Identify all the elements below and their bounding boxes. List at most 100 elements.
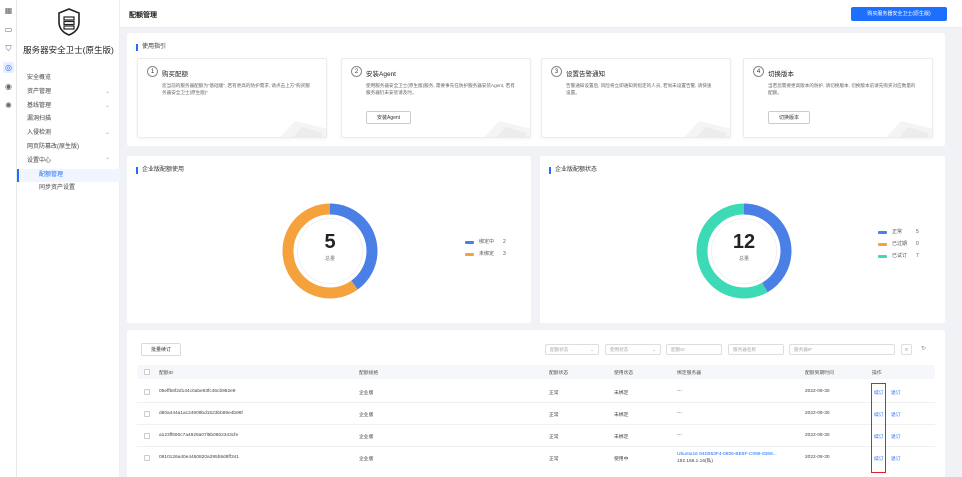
sidebar-item-label: 设置中心 — [27, 157, 52, 164]
bound-server-ip: 192.168.1.16(私) — [677, 459, 714, 464]
quota-spec: 企业版 — [359, 457, 374, 462]
sidebar-item-sync-assets[interactable]: 同步资产设置 — [17, 182, 120, 196]
legend-label: 绑定中 — [479, 239, 495, 245]
sidebar-item-intrusion[interactable]: 入侵检测 ⌄ — [17, 127, 120, 141]
quota-spec: 企业版 — [359, 413, 374, 418]
quota-id: 0810126a40e4460820a295b9d8ff341 — [159, 455, 239, 460]
usage-donut-center: 5 总量 — [300, 232, 360, 262]
select-placeholder: 配额状态 — [550, 347, 569, 352]
legend-swatch — [878, 255, 887, 258]
quota-spec: 企业版 — [359, 391, 374, 396]
sidebar-item-label: 基线管理 — [27, 102, 52, 109]
quota-status: 正常 — [549, 391, 559, 396]
status-title: 企业版配额状态 — [549, 167, 597, 174]
cog-shield-icon[interactable]: ✺ — [3, 100, 14, 111]
step-description: 当若您需要更高版本的防护, 请切换版本, 切换版本前请先购买对应数量的配额。 — [768, 83, 916, 95]
refresh-icon[interactable]: ↻ — [918, 344, 929, 355]
legend-item[interactable]: 绑定中 2 — [465, 236, 506, 248]
window-icon[interactable]: ▭ — [3, 24, 14, 35]
page-header: 配额管理 购买服务器安全卫士(原生版) — [120, 0, 962, 28]
buy-button[interactable]: 购买服务器安全卫士(原生版) — [851, 7, 947, 21]
unsubscribe-link[interactable]: 退订 — [891, 411, 901, 418]
unsubscribe-link[interactable]: 退订 — [891, 433, 901, 440]
legend-value: 5 — [916, 229, 919, 235]
bound-server-link[interactable]: Ubuntu16 94D953F4-0805-BE6F-C096-8368... — [677, 452, 777, 457]
quota-status: 正常 — [549, 413, 559, 418]
column-header: 操作 — [872, 371, 882, 376]
sidebar-item-vuln-scan[interactable]: 漏洞扫描 — [17, 113, 120, 127]
quota-status: 正常 — [549, 457, 559, 462]
legend-item[interactable]: 未绑定 3 — [465, 248, 506, 260]
target-icon[interactable]: ◎ — [3, 62, 14, 73]
use-status: 未绑定 — [614, 435, 629, 440]
quota-status-card: 企业版配额状态 12 总量 正常 5 已过期 0 已试订 7 — [540, 156, 945, 323]
legend-label: 已试订 — [892, 253, 908, 259]
step-description: 使用服务器安全卫士(原生版)服务, 需要事先在防护服务器安装Agent, 若有服… — [366, 83, 515, 95]
status-donut-center: 12 总量 — [714, 232, 774, 262]
quota-id: a123ff690c7a4929a07l5b0662343cfe — [159, 433, 239, 438]
install-agent-button[interactable]: 安装Agent — [366, 111, 412, 124]
legend-label: 已过期 — [892, 241, 908, 247]
legend-item[interactable]: 正常 5 — [878, 226, 919, 238]
quota-usage-card: 企业版配额使用 5 总量 绑定中 2 未绑定 3 — [127, 156, 531, 323]
legend-value: 0 — [916, 241, 919, 247]
unsubscribe-link[interactable]: 退订 — [891, 455, 901, 462]
legend-item[interactable]: 已试订 7 — [878, 250, 919, 262]
input-placeholder: 服务器名称 — [733, 347, 756, 352]
legend-swatch — [878, 231, 887, 234]
select-placeholder: 使用状态 — [610, 347, 629, 352]
bound-server: --- — [677, 433, 682, 438]
legend-value: 7 — [916, 253, 919, 259]
brand-title: 服务器安全卫士(原生版) — [23, 45, 114, 55]
chevron-down-icon: ⌄ — [590, 347, 594, 352]
switch-version-button[interactable]: 切换版本 — [768, 111, 811, 124]
sidebar-item-overview[interactable]: 安全概览 — [17, 72, 120, 86]
brand-logo — [58, 8, 80, 36]
shield-icon[interactable]: ⛉ — [3, 43, 14, 54]
step-number: 2 — [351, 66, 362, 77]
use-status: 使用中 — [614, 457, 629, 462]
lock-icon[interactable]: ◉ — [3, 81, 14, 92]
server-name-input[interactable]: 服务器名称 — [728, 344, 784, 355]
step-number: 1 — [147, 66, 158, 77]
status-legend: 正常 5 已过期 0 已试订 7 — [878, 226, 919, 262]
select-all-checkbox[interactable] — [144, 369, 150, 375]
unsubscribe-link[interactable]: 退订 — [891, 389, 901, 396]
table-row: a123ff690c7a4929a07l5b0662343cfe 企业版 正常 … — [137, 425, 935, 447]
guide-step-agent: 2 安装Agent 使用服务器安全卫士(原生版)服务, 需要事先在防护服务器安装… — [341, 58, 531, 138]
server-ip-input[interactable]: 服务器IP — [789, 344, 895, 355]
row-checkbox[interactable] — [144, 433, 150, 439]
chevron-down-icon: ⌄ — [104, 88, 110, 95]
row-checkbox[interactable] — [144, 455, 150, 461]
batch-renew-button[interactable]: 批量续订 — [141, 343, 182, 356]
bound-server: --- — [677, 411, 682, 416]
sidebar-item-assets[interactable]: 资产管理 ⌄ — [17, 86, 120, 100]
sidebar-item-settings[interactable]: 设置中心 ⌃ — [17, 155, 120, 169]
use-status-select[interactable]: 使用状态 ⌄ — [605, 344, 661, 355]
search-icon[interactable]: ⌕ — [901, 344, 912, 355]
quota-id: d80a444a1ac24909bd1523bb89e4b96f — [159, 411, 243, 416]
legend-value: 2 — [503, 239, 506, 245]
sidebar-item-quota-management[interactable]: 配额管理 — [17, 168, 120, 183]
sidebar-item-web-tamper[interactable]: 网页防篡改(原生版) — [17, 141, 120, 155]
column-header: 配额状态 — [549, 371, 569, 376]
sidebar-item-baseline[interactable]: 基线管理 ⌄ — [17, 100, 120, 114]
quota-id-input[interactable]: 配额ID — [666, 344, 722, 355]
sidebar-item-label: 同步资产设置 — [39, 185, 76, 192]
step-description: 您当前的服务器配额为"基础版", 若有更高的防护需求, 请点击上方"购买服务器安… — [162, 83, 310, 95]
step-number: 4 — [753, 66, 764, 77]
row-checkbox[interactable] — [144, 411, 150, 417]
grid-icon[interactable]: ▦ — [3, 5, 14, 16]
legend-item[interactable]: 已过期 0 — [878, 238, 919, 250]
sidebar-item-label: 入侵检测 — [27, 130, 52, 137]
usage-guide-card: 使用指引 1 购买配额 您当前的服务器配额为"基础版", 若有更高的防护需求, … — [127, 33, 945, 146]
quota-status-select[interactable]: 配额状态 ⌄ — [545, 344, 599, 355]
usage-total-label: 总量 — [324, 256, 335, 262]
legend-swatch — [465, 241, 474, 244]
decoration-icon — [280, 121, 326, 137]
usage-total: 5 — [324, 231, 336, 253]
step-description: 告警通知设置后, 风险将立即通知到指定的人员, 若尚未设置告警, 请快速设置。 — [566, 83, 712, 95]
expire-time: 2022-09-30 — [805, 411, 830, 416]
expire-time: 2022-09-30 — [805, 455, 830, 460]
row-checkbox[interactable] — [144, 389, 150, 395]
